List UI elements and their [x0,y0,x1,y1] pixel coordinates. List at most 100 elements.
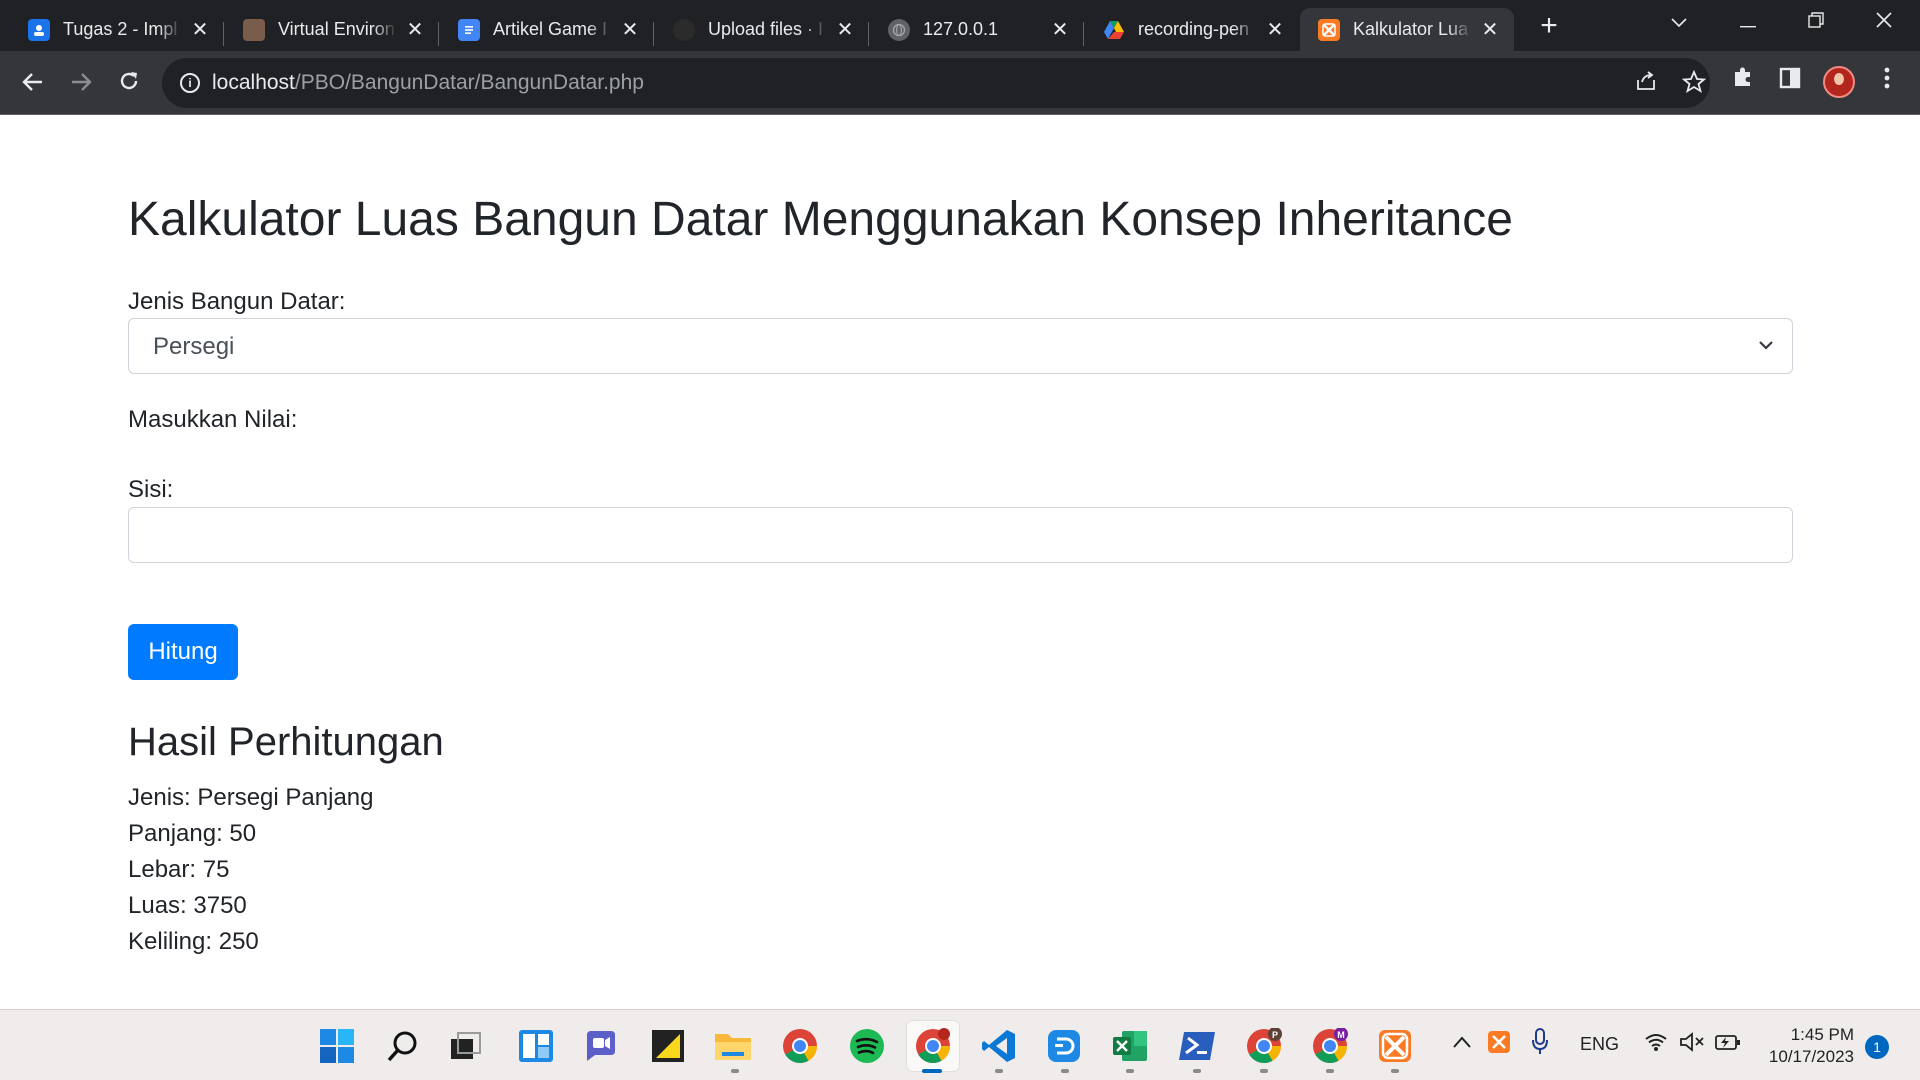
hasil-heading: Hasil Perhitungan [128,720,444,764]
tab-kalkulator[interactable]: Kalkulator Lua ✕ [1300,8,1514,51]
spotify-icon[interactable] [847,1026,887,1066]
tab-localhost[interactable]: 127.0.0.1 ✕ [870,8,1084,51]
tab-title: Artikel Game I [493,19,608,39]
tab-close-icon[interactable]: ✕ [1478,17,1502,42]
hasil-panjang: Panjang: 50 [128,820,257,847]
tab-close-icon[interactable]: ✕ [618,17,642,42]
xampp-icon[interactable] [1375,1026,1415,1066]
search-icon[interactable] [383,1026,423,1066]
running-indicator [995,1069,1003,1073]
tab-close-icon[interactable]: ✕ [1048,17,1072,42]
tab-title: Tugas 2 - Impl [63,19,178,39]
url-text[interactable]: localhost/PBO/BangunDatar/BangunDatar.ph… [212,71,644,95]
running-indicator [1391,1069,1399,1073]
volume-muted-icon[interactable] [1679,1031,1705,1059]
hasil-lebar: Lebar: 75 [128,856,230,883]
docs-icon [458,18,480,41]
windows-start-icon[interactable] [317,1026,357,1066]
app-icon[interactable] [1044,1026,1084,1066]
xampp-icon [1318,18,1340,41]
tab-upload[interactable]: Upload files · I ✕ [655,8,869,51]
jenis-selected-value: Persegi [153,333,235,360]
browser-toolbar: i localhost/PBO/BangunDatar/BangunDatar.… [0,51,1920,115]
drive-icon [1103,19,1125,41]
profile-avatar[interactable] [1823,66,1855,98]
close-window-icon[interactable] [1855,0,1913,44]
page-content: Kalkulator Luas Bangun Datar Menggunakan… [0,116,1920,1009]
extensions-puzzle-icon[interactable] [1726,65,1760,99]
running-indicator [1126,1069,1134,1073]
running-indicator [1260,1069,1268,1073]
classroom-icon [28,18,50,41]
reload-icon[interactable] [109,63,149,103]
sisi-input[interactable] [128,507,1793,563]
tab-title: Virtual Environ [278,19,395,39]
jenis-label: Jenis Bangun Datar: [128,288,346,315]
tab-tugas[interactable]: Tugas 2 - Impl ✕ [10,8,224,51]
vscode-icon[interactable] [979,1026,1019,1066]
site-info-icon[interactable]: i [180,73,200,93]
tab-title: 127.0.0.1 [923,19,999,39]
tab-close-icon[interactable]: ✕ [188,17,212,42]
microphone-icon[interactable] [1531,1028,1549,1062]
tab-artikel[interactable]: Artikel Game I ✕ [440,8,654,51]
chrome-profile-icon[interactable] [907,1021,959,1071]
address-bar[interactable]: i localhost/PBO/BangunDatar/BangunDatar.… [162,58,1710,108]
forward-arrow-icon[interactable] [61,63,101,103]
file-explorer-icon[interactable] [713,1026,753,1066]
chrome-p-icon[interactable]: P [1244,1026,1284,1066]
running-indicator [1326,1069,1334,1073]
battery-charging-icon[interactable] [1714,1031,1742,1059]
running-indicator [1061,1069,1069,1073]
tab-close-icon[interactable]: ✕ [1263,17,1287,42]
back-arrow-icon[interactable] [13,63,53,103]
running-indicator [1193,1069,1201,1073]
language-indicator[interactable]: ENG [1580,1034,1619,1055]
hitung-button[interactable]: Hitung [128,624,238,680]
tab-search-chevron-icon[interactable] [1650,0,1708,44]
windows-taskbar: P M ENG 1:45 PM 10/17/2023 1 [0,1009,1920,1080]
active-indicator [922,1069,942,1073]
globe-icon [888,18,910,41]
tab-title: Kalkulator Lua [1353,19,1469,39]
sticky-notes-icon[interactable] [648,1026,688,1066]
tab-virtual-env[interactable]: Virtual Environ ✕ [225,8,439,51]
system-clock[interactable]: 1:45 PM 10/17/2023 [1754,1024,1854,1068]
avatar-icon [243,18,265,41]
tab-strip: Tugas 2 - Impl ✕ Virtual Environ ✕ Artik… [0,0,1920,51]
task-view-icon[interactable] [446,1026,486,1066]
restore-icon[interactable] [1787,0,1845,44]
widgets-icon[interactable] [516,1026,556,1066]
hasil-jenis: Jenis: Persegi Panjang [128,784,374,811]
sisi-label: Sisi: [128,476,174,503]
menu-kebab-icon[interactable] [1870,65,1904,99]
chrome-m-icon[interactable]: M [1310,1026,1350,1066]
hasil-luas: Luas: 3750 [128,892,247,919]
powershell-icon[interactable] [1177,1026,1217,1066]
xampp-tray-icon[interactable] [1487,1030,1511,1060]
side-panel-icon[interactable] [1773,65,1807,99]
running-indicator [731,1069,739,1073]
tab-recording[interactable]: recording-pen ✕ [1085,8,1299,51]
chrome-p-badge: P [1272,1030,1278,1040]
url-path: /PBO/BangunDatar/BangunDatar.php [294,71,644,94]
share-icon[interactable] [1632,70,1660,98]
bookmark-star-icon[interactable] [1680,69,1708,98]
chat-icon[interactable] [581,1026,621,1066]
notification-badge[interactable]: 1 [1865,1035,1889,1059]
clock-date: 10/17/2023 [1768,1047,1854,1066]
chrome-icon[interactable] [780,1026,820,1066]
chrome-m-badge: M [1337,1030,1345,1040]
tab-close-icon[interactable]: ✕ [403,17,427,42]
chevron-down-icon [1759,341,1773,350]
tab-title: recording-pen [1138,19,1250,39]
github-icon [673,18,695,41]
tab-close-icon[interactable]: ✕ [833,17,857,42]
show-hidden-icons-chevron-icon[interactable] [1452,1032,1472,1055]
minimize-icon[interactable] [1719,0,1777,44]
new-tab-plus-icon[interactable]: + [1534,8,1564,44]
excel-icon[interactable] [1110,1026,1150,1066]
page-title: Kalkulator Luas Bangun Datar Menggunakan… [128,193,1513,246]
jenis-select[interactable]: Persegi [128,318,1793,374]
wifi-icon[interactable] [1644,1032,1668,1058]
